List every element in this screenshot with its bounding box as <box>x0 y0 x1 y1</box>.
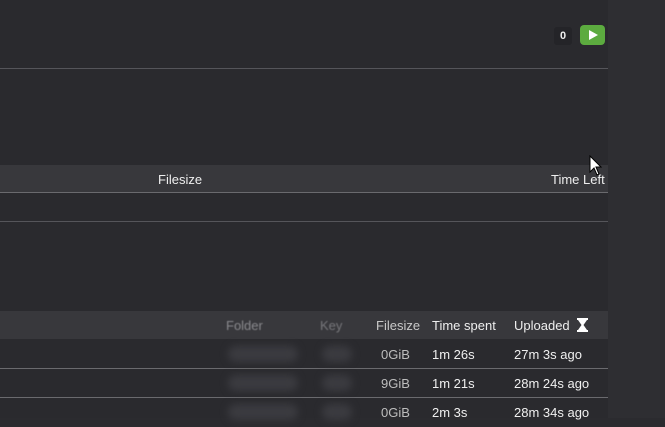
header-filesize[interactable]: Filesize <box>158 172 202 187</box>
header-time-spent[interactable]: Time spent <box>432 318 496 333</box>
uploads-table-header: Folder Key Filesize Time spent Uploaded <box>0 311 608 339</box>
table-row[interactable]: 9GiB 1m 21s 28m 24s ago <box>0 369 608 398</box>
play-button[interactable] <box>580 25 605 45</box>
header-key[interactable]: Key <box>320 318 342 333</box>
table-row[interactable]: 0GiB 1m 26s 27m 3s ago <box>0 340 608 369</box>
divider <box>0 221 608 222</box>
blurred-cell <box>322 346 352 362</box>
blurred-cell <box>322 375 352 391</box>
mouse-cursor-icon <box>589 155 603 176</box>
header-filesize[interactable]: Filesize <box>376 318 420 333</box>
divider <box>0 192 608 193</box>
table-header: Filesize Time Left <box>0 165 608 192</box>
cell-time-spent: 1m 21s <box>432 376 475 391</box>
cell-uploaded: 28m 24s ago <box>514 376 590 391</box>
blurred-cell <box>228 346 298 362</box>
scroll-gutter <box>608 0 665 418</box>
cell-filesize: 9GiB <box>381 376 410 391</box>
cell-uploaded: 27m 3s ago <box>514 347 582 362</box>
table-row[interactable]: 0GiB 2m 3s 28m 34s ago <box>0 398 608 427</box>
count-badge: 0 <box>554 27 572 45</box>
cell-filesize: 0GiB <box>381 347 410 362</box>
divider <box>0 68 608 69</box>
header-uploaded[interactable]: Uploaded <box>514 318 570 333</box>
main-panel: 0 Filesize Time Left Folder Key Filesize… <box>0 0 608 420</box>
blurred-cell <box>228 375 298 391</box>
hourglass-icon[interactable] <box>577 318 588 332</box>
header-folder[interactable]: Folder <box>226 318 263 333</box>
cell-time-spent: 1m 26s <box>432 347 475 362</box>
